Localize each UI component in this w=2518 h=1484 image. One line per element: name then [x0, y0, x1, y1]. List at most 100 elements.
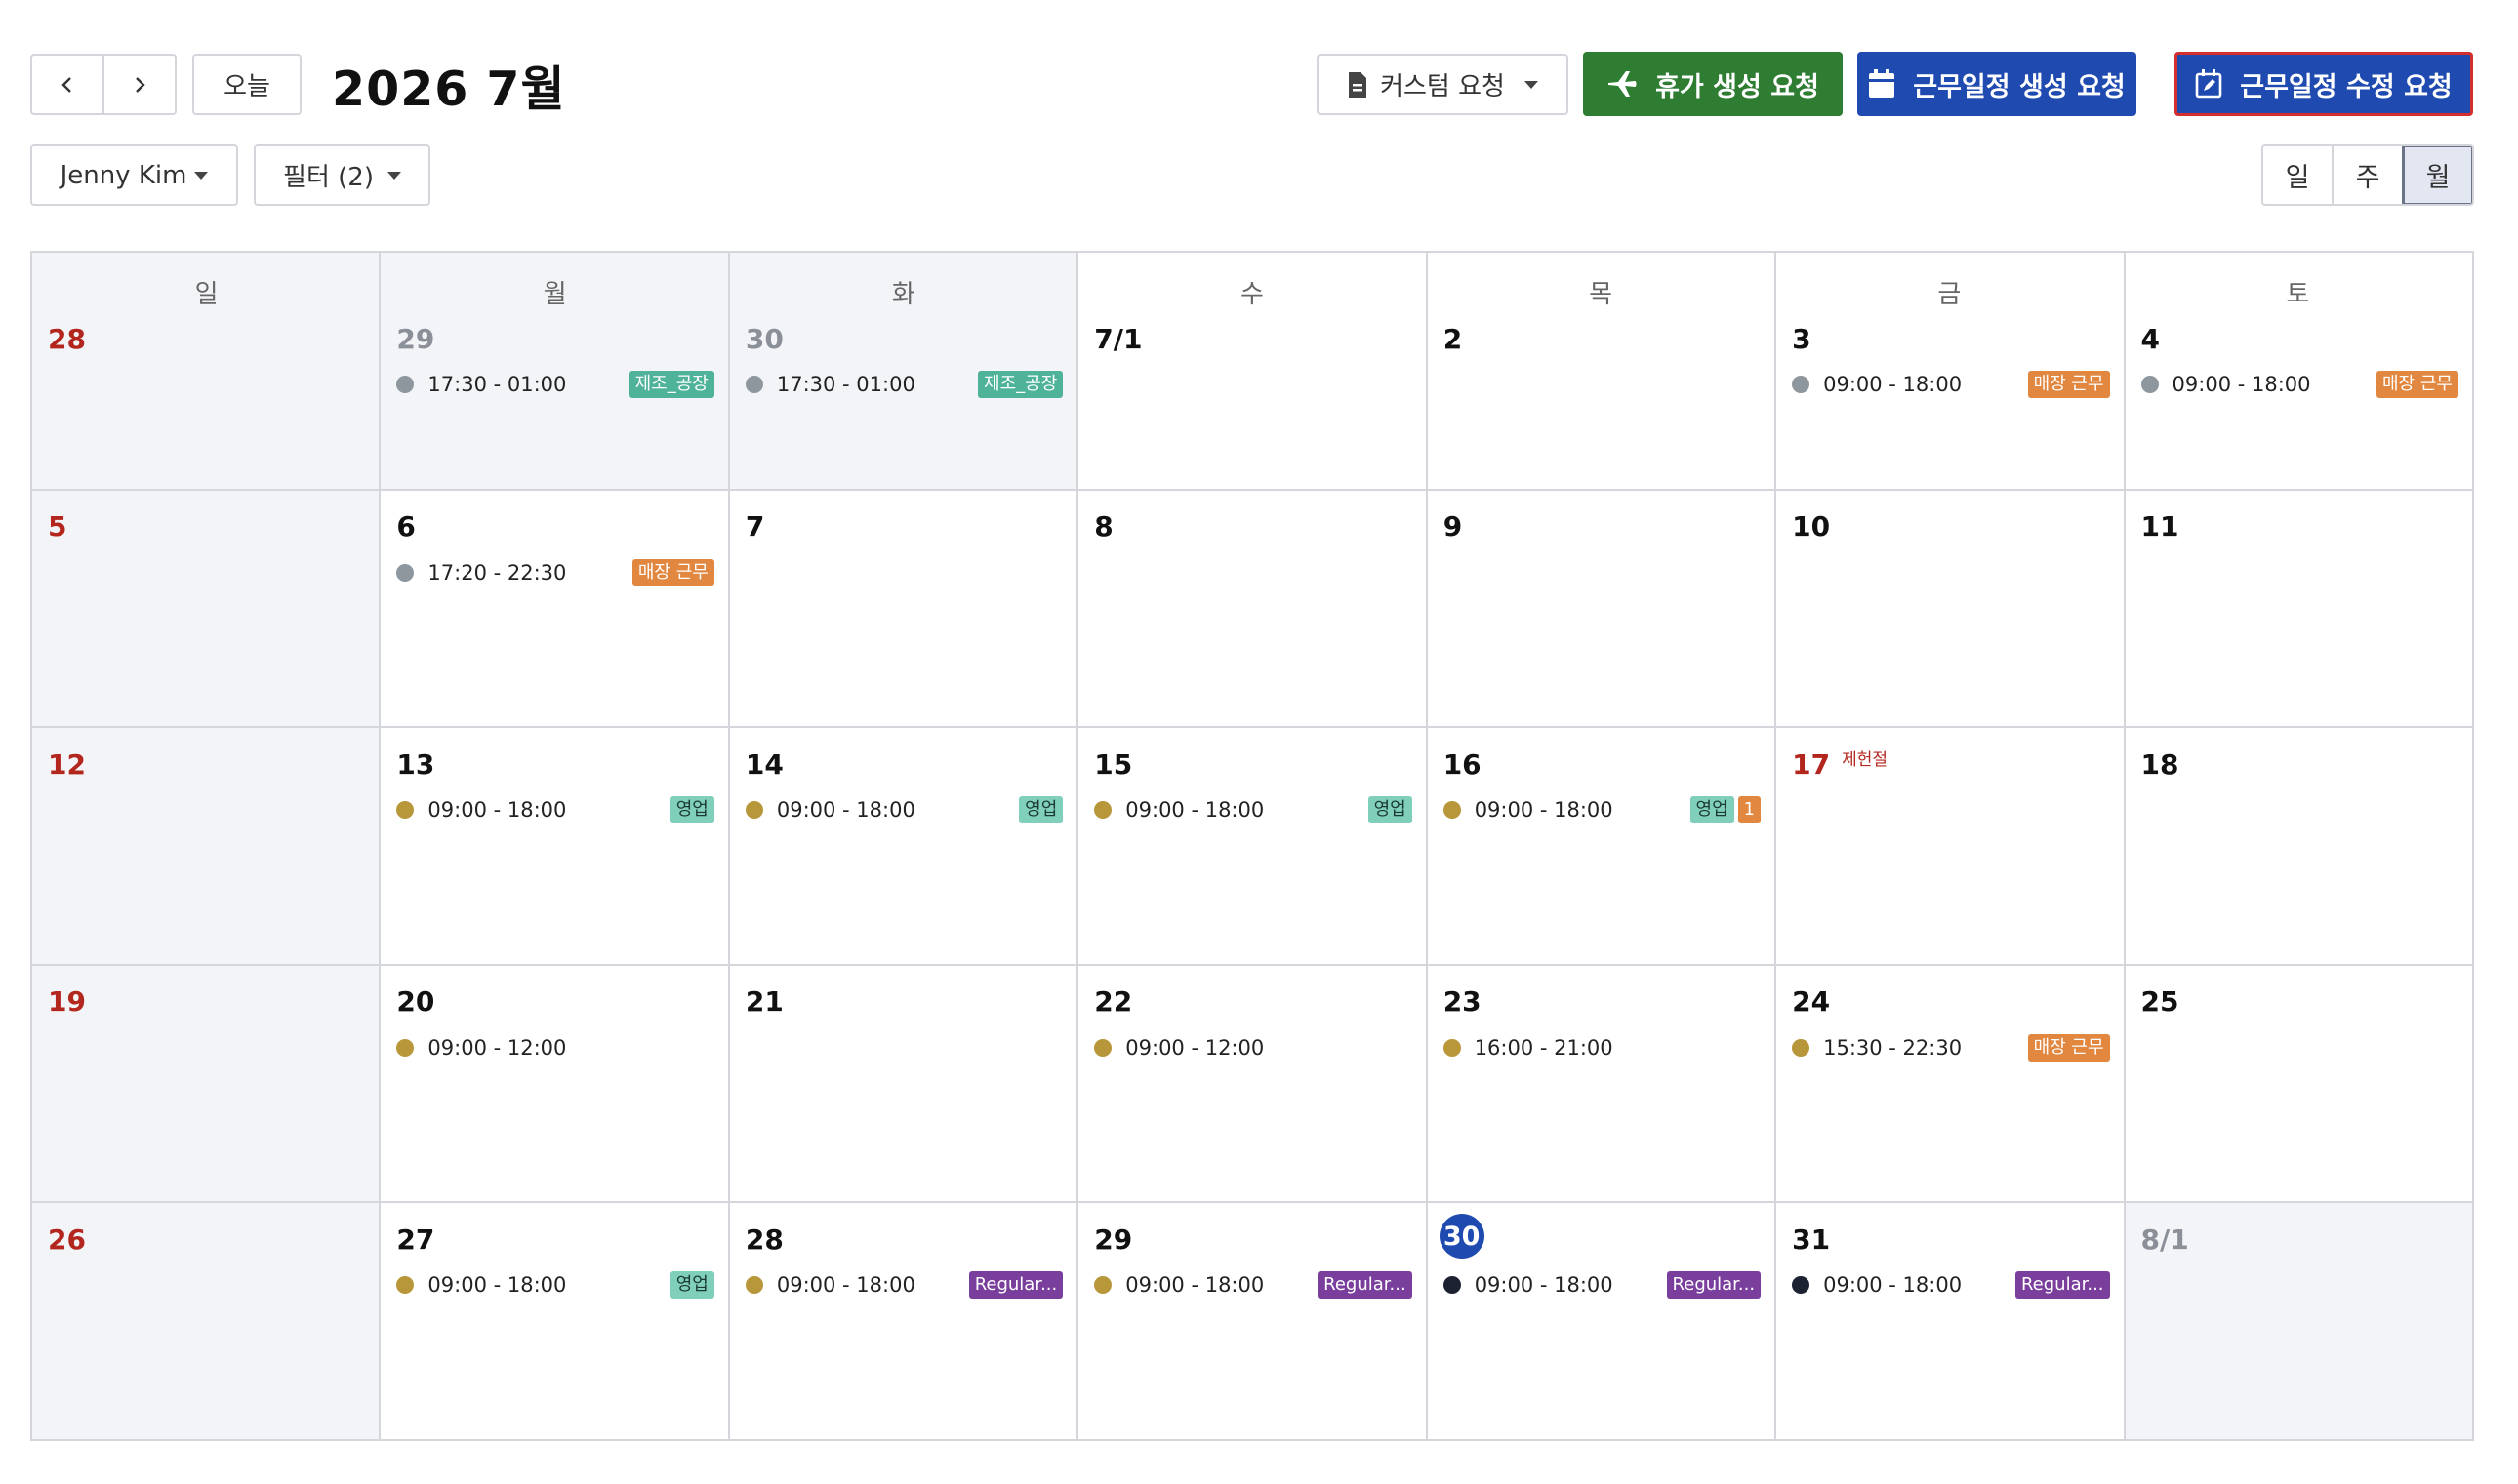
schedule-create-button[interactable]: 근무일정 생성 요청 [1857, 52, 2136, 116]
shift-time: 09:00 - 12:00 [427, 1035, 567, 1060]
day-cell[interactable]: 5 [32, 490, 380, 727]
prev-month-button[interactable] [32, 56, 102, 113]
day-number-label: 7/1 [1094, 322, 1143, 355]
day-number-label: 26 [48, 1223, 86, 1256]
status-dot-icon [2140, 376, 2159, 393]
today-button[interactable]: 오늘 [192, 54, 302, 115]
chevron-right-icon [136, 76, 145, 93]
shift-event[interactable]: 17:30 - 01:00 제조_공장 [745, 370, 1064, 399]
day-cell[interactable]: 8 [1076, 490, 1425, 727]
shift-event[interactable]: 09:00 - 12:00 [1094, 1033, 1411, 1063]
day-cell[interactable]: 15 09:00 - 18:00 영업 [1076, 728, 1425, 964]
day-number-label: 19 [48, 985, 86, 1019]
user-filter-dropdown[interactable]: Jenny Kim [30, 144, 238, 206]
shift-event[interactable]: 09:00 - 18:00 영업 [396, 795, 714, 824]
day-number: 21 [746, 984, 1063, 1020]
vacation-request-button[interactable]: 휴가 생성 요청 [1583, 52, 1843, 116]
view-day-button[interactable]: 일 [2263, 146, 2332, 204]
page-title: 2026 7월 [332, 61, 566, 117]
day-cell[interactable]: 17 제헌절 [1774, 728, 2123, 964]
day-number: 19 [48, 984, 365, 1020]
day-cell[interactable]: 9 [1425, 490, 1774, 727]
shift-time: 09:00 - 18:00 [1125, 798, 1265, 822]
weekday-header: 일월화수목금토 [32, 253, 2472, 310]
view-week-button[interactable]: 주 [2332, 146, 2402, 204]
day-cell[interactable]: 11 [2123, 490, 2472, 727]
day-number-label: 16 [1442, 747, 1482, 781]
day-cell[interactable]: 28 09:00 - 18:00 Regular... [727, 1203, 1076, 1439]
day-cell[interactable]: 19 [32, 965, 380, 1202]
shift-event[interactable]: 09:00 - 18:00 Regular... [745, 1270, 1064, 1300]
shift-event[interactable]: 09:00 - 18:00 Regular... [1442, 1270, 1762, 1300]
shift-event[interactable]: 16:00 - 21:00 [1442, 1033, 1761, 1063]
day-cell[interactable]: 14 09:00 - 18:00 영업 [727, 728, 1076, 964]
shift-event[interactable]: 09:00 - 18:00 영업 [745, 795, 1064, 824]
shift-event[interactable]: 09:00 - 18:00 영업 [396, 1270, 714, 1300]
calendar-week-row: 5 6 17:20 - 22:30 매장 근무 7 8 9 10 11 [32, 488, 2472, 727]
day-number-label: 3 [1792, 322, 1811, 355]
calendar-week-row: 26 27 09:00 - 18:00 영업 28 09:00 - 18:00 Regula… [32, 1201, 2472, 1439]
status-dot-icon [1442, 1038, 1461, 1057]
schedule-edit-button[interactable]: 근무일정 수정 요청 [2174, 52, 2473, 116]
shift-event[interactable]: 09:00 - 18:00 매장 근무 [2140, 370, 2458, 399]
next-month-button[interactable] [102, 56, 175, 113]
calendar-edit-icon [2195, 69, 2222, 99]
day-cell[interactable]: 30 09:00 - 18:00 Regular... [1425, 1203, 1774, 1439]
day-cell[interactable]: 8/1 [2123, 1203, 2472, 1439]
day-number: 3 [1792, 321, 2109, 356]
day-cell[interactable]: 12 [32, 728, 380, 964]
day-cell[interactable]: 29 09:00 - 18:00 Regular... [1076, 1203, 1425, 1439]
shift-event[interactable]: 09:00 - 18:00 영업 1 [1442, 795, 1762, 824]
day-cell[interactable]: 24 15:30 - 22:30 매장 근무 [1774, 965, 2123, 1202]
document-icon [1349, 71, 1367, 98]
shift-event[interactable]: 17:20 - 22:30 매장 근무 [396, 558, 714, 587]
day-cell[interactable]: 13 09:00 - 18:00 영업 [379, 728, 727, 964]
month-nav [30, 54, 177, 115]
day-cell[interactable]: 20 09:00 - 12:00 [379, 965, 727, 1202]
shift-time: 09:00 - 18:00 [427, 1273, 567, 1298]
day-cell[interactable]: 7 [727, 490, 1076, 727]
day-number: 30 [1439, 1214, 1761, 1260]
shift-event[interactable]: 09:00 - 18:00 영업 [1094, 795, 1412, 824]
day-cell[interactable]: 21 [727, 965, 1076, 1202]
view-month-button[interactable]: 월 [2402, 146, 2472, 204]
shift-event[interactable]: 09:00 - 12:00 [396, 1033, 713, 1063]
day-number: 15 [1094, 746, 1411, 782]
day-cell[interactable]: 22 09:00 - 12:00 [1076, 965, 1425, 1202]
status-dot-icon [1094, 1276, 1113, 1295]
caret-down-icon [386, 171, 401, 180]
calendar-icon [1869, 69, 1895, 98]
shift-time: 09:00 - 18:00 [1125, 1273, 1265, 1298]
day-cell[interactable]: 10 [1774, 490, 2123, 727]
day-cell[interactable]: 31 09:00 - 18:00 Regular... [1774, 1203, 2123, 1439]
airplane-icon [1608, 71, 1637, 97]
status-dot-icon [1094, 1038, 1113, 1057]
day-cell[interactable]: 25 [2123, 965, 2472, 1202]
shift-event[interactable]: 17:30 - 01:00 제조_공장 [396, 370, 714, 399]
day-cell[interactable]: 23 16:00 - 21:00 [1425, 965, 1774, 1202]
day-number: 30 [746, 321, 1063, 356]
day-number-label: 17 [1792, 747, 1831, 781]
calendar-page: 오늘 2026 7월 커스텀 요청 휴가 생성 요청 근무일정 생성 요청 근무… [0, 0, 2518, 1484]
day-cell[interactable]: 27 09:00 - 18:00 영업 [379, 1203, 727, 1439]
shift-tag-badge: 매장 근무 [2376, 371, 2458, 398]
shift-tag-badge: 제조_공장 [978, 371, 1064, 398]
shift-tag-badge: 영업 [1019, 796, 1064, 824]
shift-event[interactable]: 09:00 - 18:00 매장 근무 [1792, 370, 2110, 399]
day-number-label: 5 [48, 510, 67, 543]
day-number-label: 14 [745, 747, 784, 781]
day-number: 20 [396, 984, 713, 1020]
day-cell[interactable]: 16 09:00 - 18:00 영업 1 [1425, 728, 1774, 964]
custom-request-button[interactable]: 커스텀 요청 [1317, 54, 1568, 115]
shift-event[interactable]: 09:00 - 18:00 Regular... [1094, 1270, 1412, 1300]
day-cell[interactable]: 6 17:20 - 22:30 매장 근무 [379, 490, 727, 727]
shift-event[interactable]: 15:30 - 22:30 매장 근무 [1792, 1033, 2110, 1063]
caret-down-icon [194, 171, 209, 180]
day-cell[interactable]: 26 [32, 1203, 380, 1439]
day-cell[interactable]: 18 [2123, 728, 2472, 964]
shift-event[interactable]: 09:00 - 18:00 Regular... [1792, 1270, 2110, 1300]
day-number-label: 29 [1094, 1223, 1133, 1256]
status-dot-icon [1094, 801, 1113, 820]
today-indicator: 30 [1439, 1214, 1484, 1260]
filter-dropdown[interactable]: 필터 (2) [254, 144, 430, 206]
